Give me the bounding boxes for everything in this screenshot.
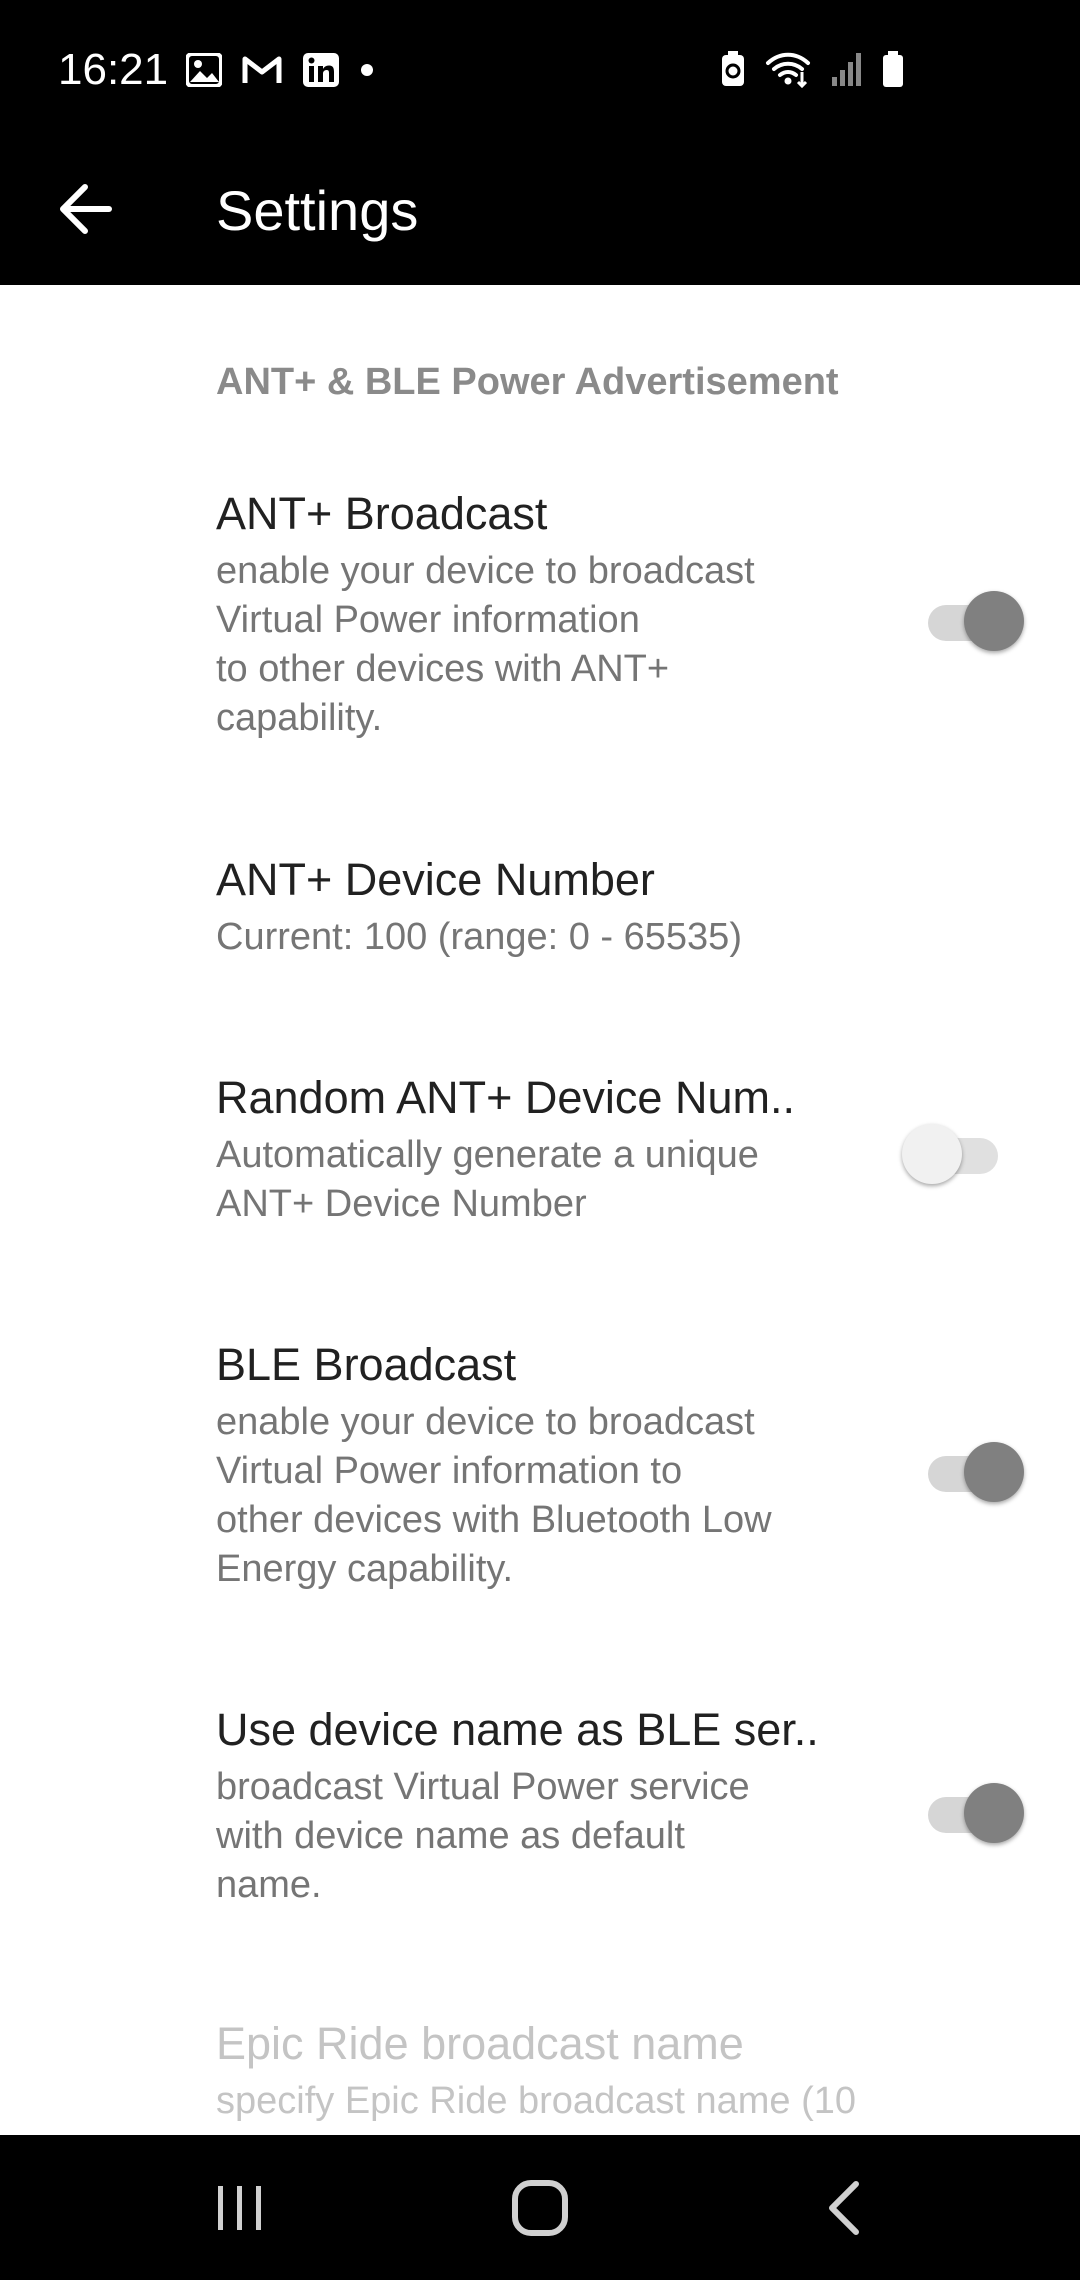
arrow-back-icon bbox=[57, 183, 113, 240]
navigation-bar bbox=[0, 2135, 1080, 2280]
linkedin-icon bbox=[302, 52, 340, 88]
random-ant-device-number-toggle[interactable] bbox=[902, 1122, 1008, 1184]
pref-ant-device-number[interactable]: ANT+ Device Number Current: 100 (range: … bbox=[216, 851, 1056, 962]
pref-title: Random ANT+ Device Num.. bbox=[216, 1072, 795, 1123]
ble-broadcast-toggle[interactable] bbox=[920, 1440, 1024, 1502]
gallery-icon bbox=[186, 53, 222, 87]
use-device-name-ble-toggle[interactable] bbox=[920, 1781, 1024, 1843]
pref-title: BLE Broadcast bbox=[216, 1339, 517, 1390]
recent-apps-button[interactable] bbox=[180, 2165, 300, 2255]
toggle-thumb bbox=[964, 1783, 1024, 1843]
home-icon bbox=[510, 2178, 570, 2243]
gmail-icon bbox=[242, 55, 282, 85]
status-notification-icons bbox=[186, 52, 374, 88]
pref-title: Epic Ride broadcast name bbox=[216, 2018, 744, 2069]
nav-back-button[interactable] bbox=[784, 2165, 904, 2255]
signal-icon bbox=[830, 51, 864, 92]
toggle-thumb bbox=[902, 1124, 962, 1184]
back-icon bbox=[824, 2178, 864, 2243]
pref-summary: broadcast Virtual Power service with dev… bbox=[216, 1766, 750, 1906]
pref-epic-ride-broadcast-name: Epic Ride broadcast name specify Epic Ri… bbox=[216, 2015, 1056, 2126]
recent-apps-icon bbox=[212, 2180, 268, 2241]
pref-summary: enable your device to broadcast Virtual … bbox=[216, 1401, 772, 1590]
section-header: ANT+ & BLE Power Advertisement bbox=[216, 361, 839, 403]
battery-icon bbox=[882, 50, 904, 93]
status-time: 16:21 bbox=[58, 45, 169, 94]
pref-summary: Automatically generate a unique ANT+ Dev… bbox=[216, 1134, 759, 1225]
pref-title: Use device name as BLE ser.. bbox=[216, 1704, 819, 1755]
status-system-icons bbox=[720, 50, 904, 93]
toggle-thumb bbox=[964, 591, 1024, 651]
wifi-icon bbox=[764, 50, 812, 93]
settings-list[interactable]: ANT+ & BLE Power Advertisement ANT+ Broa… bbox=[0, 285, 1080, 2135]
pref-summary: enable your device to broadcast Virtual … bbox=[216, 550, 755, 739]
ant-broadcast-toggle[interactable] bbox=[920, 589, 1024, 651]
pref-title: ANT+ Broadcast bbox=[216, 488, 548, 539]
status-bar: 16:21 bbox=[0, 0, 1080, 140]
page-title: Settings bbox=[216, 179, 419, 242]
app-bar: Settings bbox=[0, 140, 1080, 285]
pref-summary: specify Epic Ride broadcast name (10 bbox=[216, 2080, 856, 2122]
back-button[interactable] bbox=[40, 166, 130, 256]
pref-title: ANT+ Device Number bbox=[216, 854, 655, 905]
battery-saver-icon bbox=[720, 50, 746, 93]
home-button[interactable] bbox=[480, 2165, 600, 2255]
pref-summary: Current: 100 (range: 0 - 65535) bbox=[216, 916, 742, 958]
toggle-thumb bbox=[964, 1442, 1024, 1502]
notification-dot-icon bbox=[360, 63, 374, 77]
